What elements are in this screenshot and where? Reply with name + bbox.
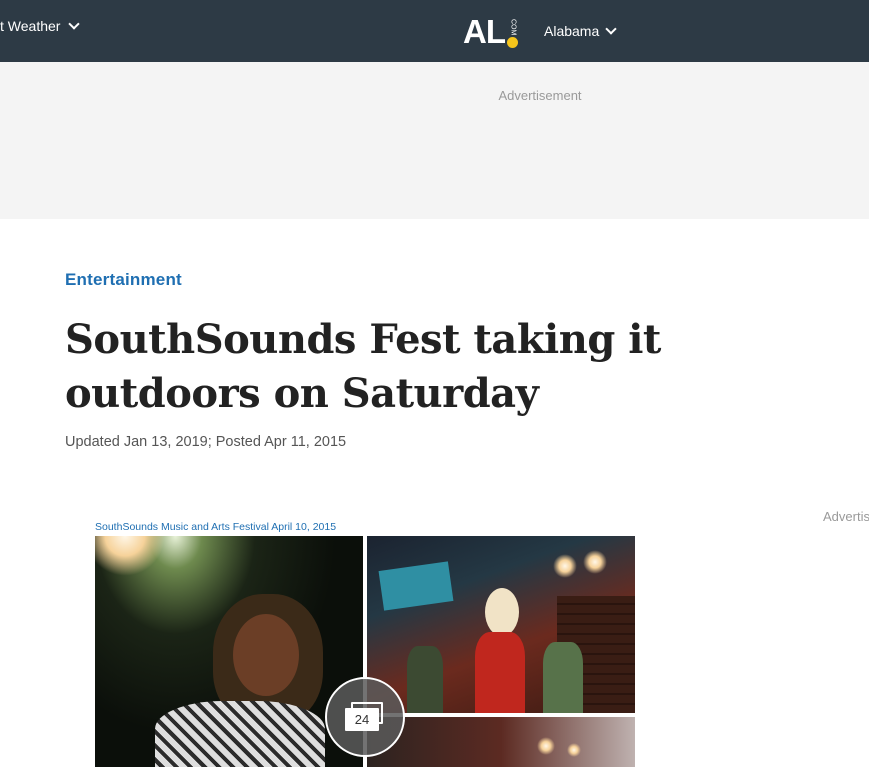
stage-light bbox=[567, 743, 581, 757]
region-menu[interactable]: Alabama bbox=[544, 22, 617, 39]
section-link[interactable]: Entertainment bbox=[65, 270, 182, 290]
photo-subject-shirt bbox=[155, 701, 325, 767]
drummer bbox=[407, 646, 443, 713]
stage-light bbox=[583, 550, 607, 574]
weather-menu[interactable]: t Weather bbox=[0, 17, 81, 34]
ad-label: Advertisement bbox=[498, 88, 582, 103]
stage-banner bbox=[378, 561, 454, 611]
singer-dress bbox=[475, 632, 525, 713]
gallery-photo-thumb[interactable] bbox=[367, 717, 635, 767]
stage-light bbox=[537, 737, 555, 755]
top-ad-slot[interactable]: Advertisement bbox=[0, 62, 869, 219]
logo-dot-icon bbox=[507, 37, 518, 48]
weather-label: t Weather bbox=[0, 18, 61, 34]
stage-light bbox=[95, 536, 165, 576]
article-title: SouthSounds Fest taking it outdoors on S… bbox=[65, 316, 661, 417]
gallery-count: 24 bbox=[345, 708, 379, 731]
singer-hair bbox=[485, 588, 519, 636]
logo-com-text: COM bbox=[509, 18, 517, 35]
logo-wordmark: AL bbox=[463, 13, 506, 50]
gallery-photo-main[interactable] bbox=[95, 536, 363, 767]
stage-light bbox=[553, 554, 577, 578]
chevron-down-icon bbox=[68, 17, 81, 30]
gallery-photo-stage[interactable] bbox=[367, 536, 635, 713]
chevron-down-icon bbox=[605, 22, 617, 35]
guitarist bbox=[543, 642, 583, 713]
gallery-caption[interactable]: SouthSounds Music and Arts Festival Apri… bbox=[95, 521, 336, 533]
photo-subject-face bbox=[233, 614, 299, 696]
top-nav-bar: t Weather AL COM Alabama bbox=[0, 0, 869, 62]
gallery-count-button[interactable]: 24 bbox=[325, 677, 405, 757]
side-ad-label: Advertis bbox=[823, 509, 869, 524]
logo-com-mark: COM bbox=[507, 19, 518, 48]
region-label: Alabama bbox=[544, 23, 600, 39]
site-logo[interactable]: AL COM bbox=[463, 15, 518, 48]
article-dateline: Updated Jan 13, 2019; Posted Apr 11, 201… bbox=[65, 434, 347, 450]
gallery-stack-icon: 24 bbox=[345, 702, 385, 732]
